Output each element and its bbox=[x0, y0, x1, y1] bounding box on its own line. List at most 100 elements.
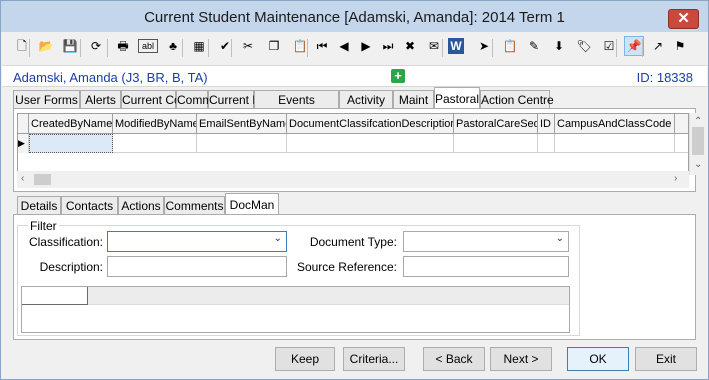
email-icon[interactable]: ✉ bbox=[424, 36, 444, 56]
last-record-icon[interactable]: ⏭ bbox=[378, 36, 398, 56]
table-cell[interactable] bbox=[113, 134, 197, 153]
table-cell[interactable] bbox=[287, 134, 454, 153]
document-grid[interactable] bbox=[21, 286, 570, 333]
scroll-up-icon[interactable]: ⌃ bbox=[694, 116, 702, 127]
chevron-down-icon[interactable]: ⌄ bbox=[274, 233, 282, 244]
add-icon[interactable]: + bbox=[391, 69, 405, 83]
description-field[interactable] bbox=[107, 256, 287, 277]
close-button[interactable]: ✕ bbox=[668, 9, 699, 29]
toolbar-separator bbox=[616, 39, 617, 57]
column-header[interactable]: ModifiedByName bbox=[113, 114, 197, 134]
student-name: Adamski, Amanda (J3, BR, B, TA) bbox=[13, 70, 208, 85]
scroll-thumb[interactable] bbox=[692, 127, 704, 155]
delete-icon[interactable]: ✖ bbox=[400, 36, 420, 56]
horizontal-scrollbar[interactable]: ‹ › bbox=[17, 171, 689, 188]
pastoral-care-grid[interactable]: CreatedByName ModifiedByName EmailSentByNa… bbox=[17, 113, 689, 175]
column-header[interactable]: CreatedByName bbox=[29, 114, 113, 134]
scroll-right-icon[interactable]: › bbox=[674, 173, 677, 184]
pin-icon[interactable]: 📌 bbox=[624, 36, 644, 56]
subtab-comments[interactable]: Comments bbox=[164, 196, 225, 215]
tab-activity[interactable]: Activity bbox=[339, 90, 393, 109]
copy-icon[interactable]: ❐ bbox=[264, 36, 284, 56]
tab-action-centre[interactable]: Action Centre bbox=[480, 90, 554, 109]
open-folder-icon[interactable]: 📂 bbox=[36, 36, 56, 56]
arrow-link-icon[interactable]: ↗ bbox=[648, 36, 668, 56]
document-type-select[interactable]: ⌄ bbox=[403, 231, 569, 252]
exit-button[interactable]: Exit bbox=[635, 347, 697, 371]
refresh-icon[interactable]: ⟳ bbox=[86, 36, 106, 56]
tag-icon[interactable]: 🏷 bbox=[574, 36, 594, 56]
text-field-icon[interactable]: abl bbox=[138, 39, 158, 53]
column-header[interactable]: PastoralCareSeq bbox=[454, 114, 538, 134]
print-icon[interactable]: 🖶 bbox=[113, 36, 133, 56]
column-header[interactable]: DocumentClassifcationDescription bbox=[287, 114, 454, 134]
first-record-icon[interactable]: ⏮ bbox=[312, 36, 332, 56]
previous-record-icon[interactable]: ◀ bbox=[334, 36, 354, 56]
subtab-actions[interactable]: Actions bbox=[118, 196, 164, 215]
tab-user-forms[interactable]: User Forms bbox=[13, 90, 80, 109]
send-icon[interactable]: ➤ bbox=[474, 36, 494, 56]
next-button[interactable]: Next > bbox=[490, 347, 552, 371]
save-icon[interactable]: 💾 bbox=[60, 36, 80, 56]
toolbar-separator bbox=[642, 39, 643, 57]
subtab-contacts[interactable]: Contacts bbox=[61, 196, 118, 215]
calculator-icon[interactable]: ▦ bbox=[189, 36, 209, 56]
column-header[interactable]: CampusAndClassCode bbox=[555, 114, 675, 134]
table-cell[interactable] bbox=[555, 134, 675, 153]
toolbar-separator bbox=[80, 39, 81, 57]
cut-icon[interactable]: ✂ bbox=[238, 36, 258, 56]
table-cell[interactable] bbox=[538, 134, 555, 153]
ok-button[interactable]: OK bbox=[567, 347, 629, 371]
document-grid-header bbox=[22, 287, 569, 305]
spellcheck-icon[interactable]: ✔ bbox=[215, 36, 235, 56]
classification-select[interactable]: ⌄ bbox=[107, 231, 287, 252]
row-indicator-header bbox=[18, 114, 29, 134]
toolbar-separator bbox=[208, 39, 209, 57]
toolbar-separator bbox=[29, 39, 30, 57]
toolbar-separator bbox=[231, 39, 232, 57]
next-record-icon[interactable]: ▶ bbox=[356, 36, 376, 56]
grid-header: CreatedByName ModifiedByName EmailSentByNa… bbox=[18, 114, 688, 134]
vertical-scrollbar[interactable]: ⌃ ⌄ bbox=[689, 113, 705, 175]
chevron-down-icon[interactable]: ⌄ bbox=[556, 233, 564, 244]
source-reference-label: Source Reference: bbox=[296, 260, 397, 274]
subtab-docman[interactable]: DocMan bbox=[225, 193, 279, 216]
word-document-icon[interactable]: W bbox=[448, 38, 464, 54]
tab-events[interactable]: Events bbox=[254, 90, 339, 109]
toolbar-separator bbox=[442, 39, 443, 57]
clipboard-icon[interactable]: 📋 bbox=[500, 36, 520, 56]
column-header[interactable]: EmailSentByName bbox=[197, 114, 287, 134]
hscroll-thumb[interactable] bbox=[34, 174, 51, 185]
criteria-button[interactable]: Criteria... bbox=[343, 347, 405, 371]
tab-comms[interactable]: Comms bbox=[176, 90, 218, 109]
tab-current-events[interactable]: Current Events bbox=[208, 90, 289, 109]
subtab-details[interactable]: Details bbox=[17, 196, 61, 215]
report-stamp-icon[interactable]: ✎ bbox=[524, 36, 544, 56]
source-reference-field[interactable] bbox=[403, 256, 569, 277]
current-row-icon: ▶ bbox=[18, 134, 29, 153]
toolbar-separator bbox=[307, 39, 308, 57]
document-grid-corner[interactable] bbox=[22, 287, 88, 305]
table-row[interactable]: ▶ bbox=[18, 134, 688, 153]
classification-label: Classification: bbox=[28, 235, 103, 249]
toolbar-separator bbox=[492, 39, 493, 57]
tab-current-comms[interactable]: Current Comms bbox=[121, 90, 207, 109]
scroll-left-icon[interactable]: ‹ bbox=[21, 173, 24, 184]
flag-icon[interactable]: ⚑ bbox=[670, 36, 690, 56]
table-cell[interactable] bbox=[454, 134, 538, 153]
scroll-down-icon[interactable]: ⌄ bbox=[694, 159, 702, 170]
tab-maint[interactable]: Maint bbox=[393, 90, 434, 109]
main-window: Current Student Maintenance [Adamski, Am… bbox=[0, 0, 709, 380]
toolbar-separator bbox=[107, 39, 108, 57]
table-cell[interactable] bbox=[29, 134, 113, 153]
tree-icon[interactable]: ♣ bbox=[163, 36, 183, 56]
keep-button[interactable]: Keep bbox=[275, 347, 335, 371]
column-header[interactable]: ID bbox=[538, 114, 555, 134]
tab-pastoral-care[interactable]: Pastoral Care bbox=[434, 87, 508, 110]
tab-alerts[interactable]: Alerts bbox=[80, 90, 121, 109]
download-icon[interactable]: ⬇ bbox=[549, 36, 569, 56]
back-button[interactable]: < Back bbox=[423, 347, 485, 371]
table-cell[interactable] bbox=[675, 134, 688, 153]
document-type-label: Document Type: bbox=[309, 235, 397, 249]
table-cell[interactable] bbox=[197, 134, 287, 153]
